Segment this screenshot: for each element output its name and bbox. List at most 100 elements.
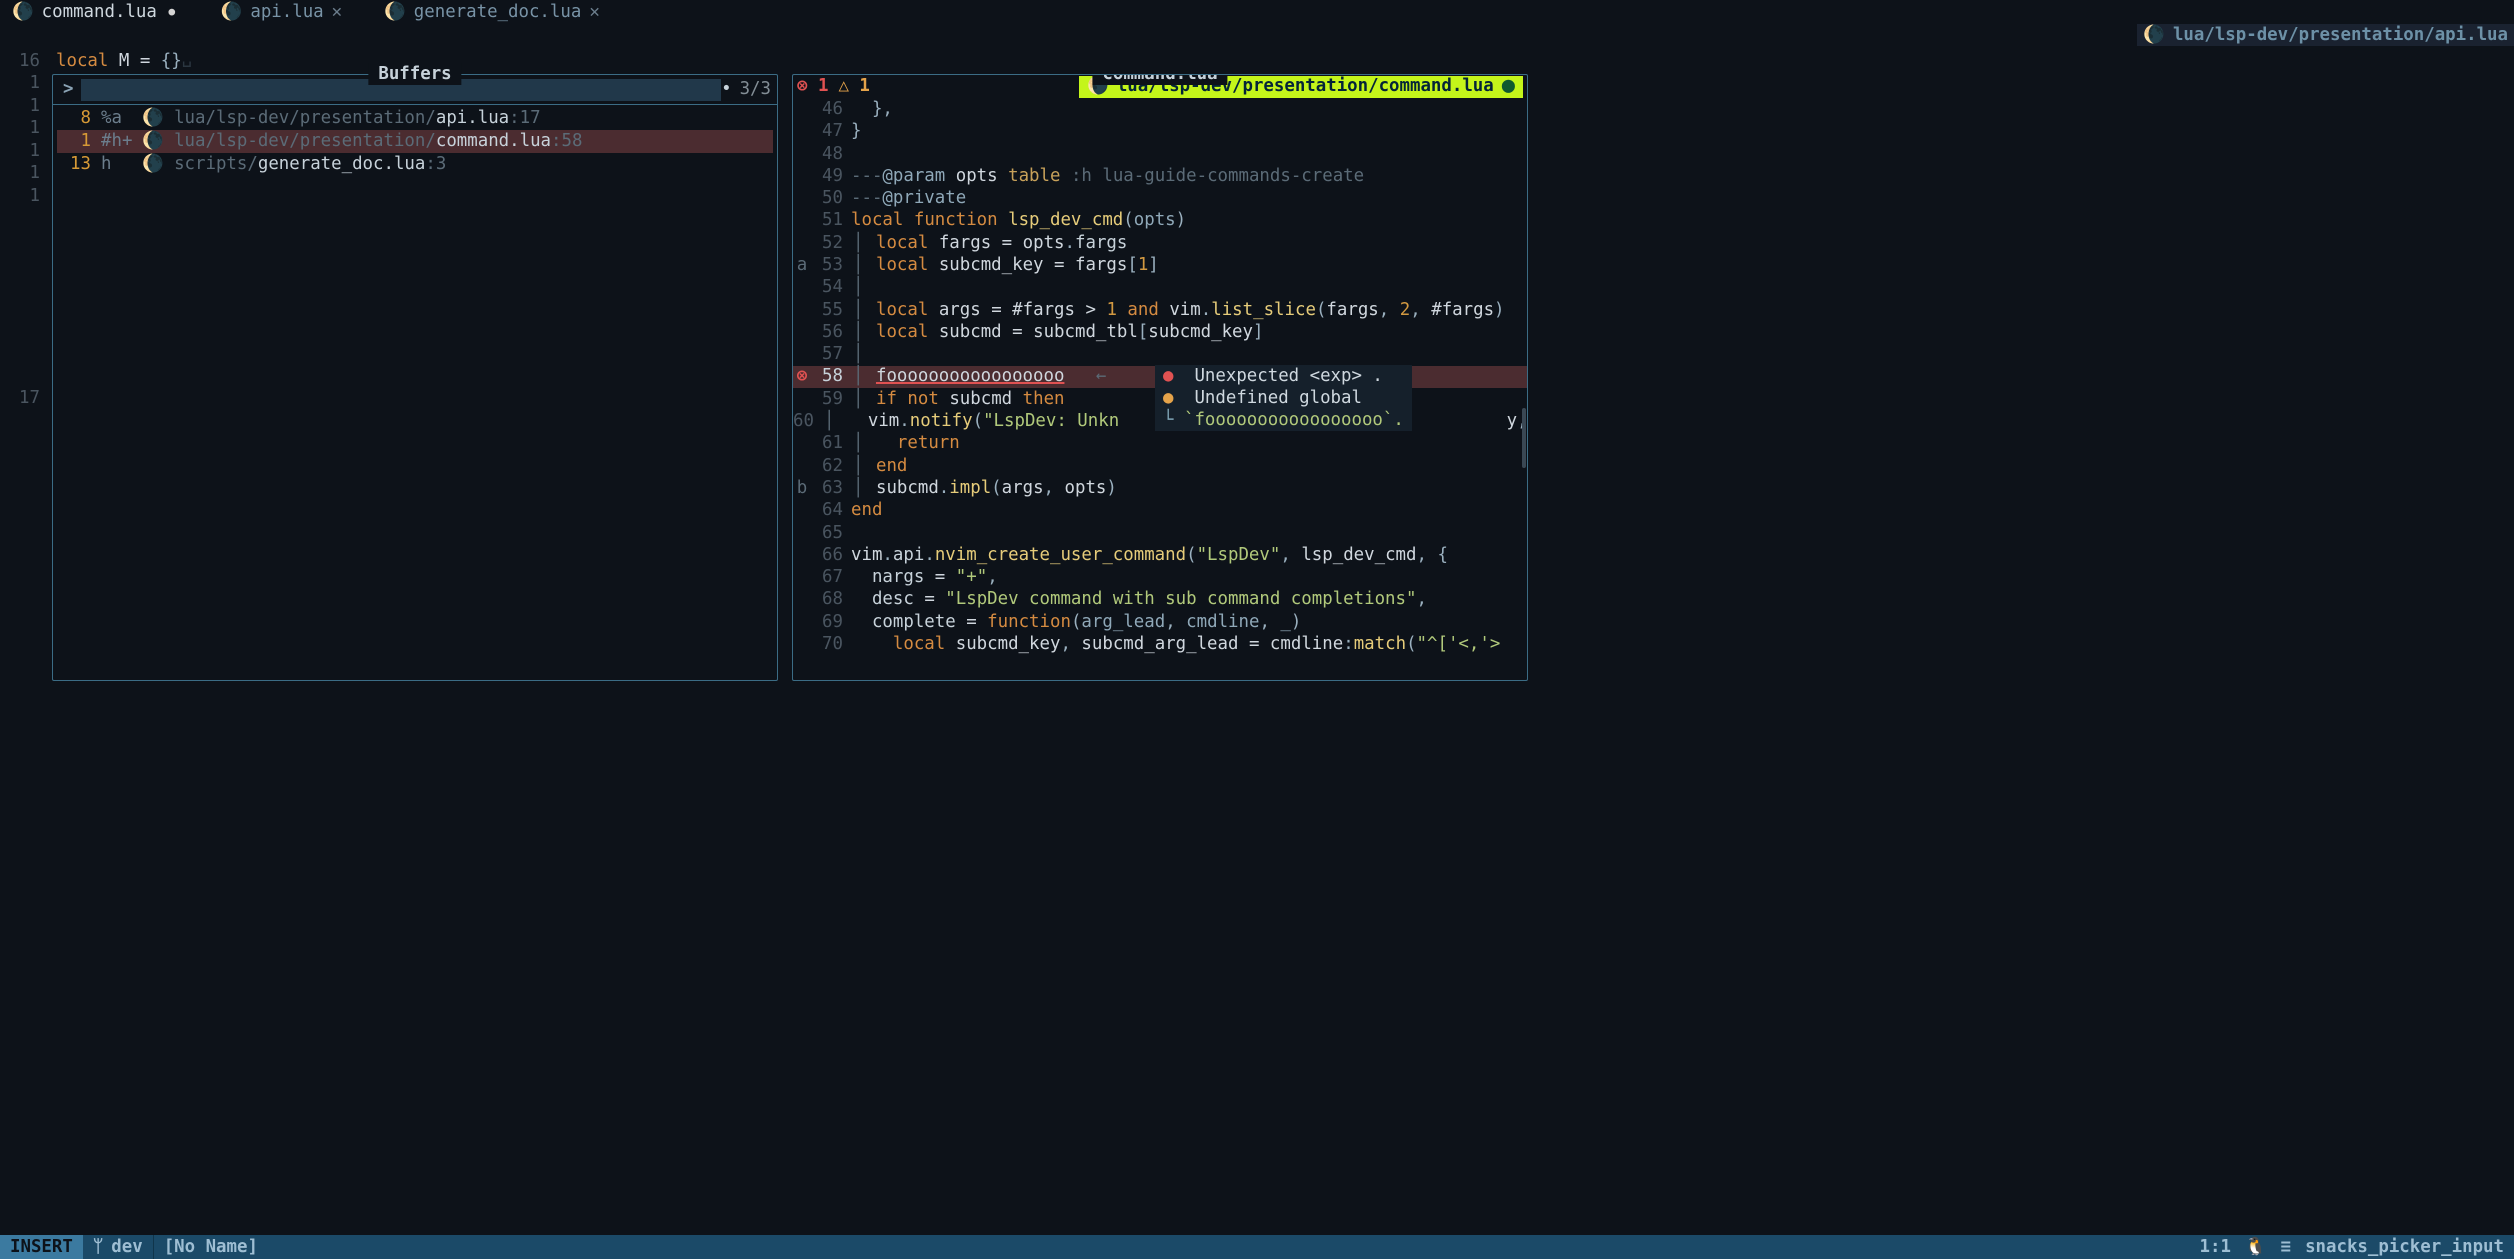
line-number: 70: [811, 633, 851, 655]
tab-command[interactable]: 🌘 command.lua •: [6, 0, 195, 24]
buffer-file-icon: 🌘: [142, 107, 164, 129]
tab-label: generate_doc.lua: [414, 1, 582, 23]
diag-error-text: Unexpected <exp> .: [1194, 366, 1382, 386]
buffer-number: 1: [63, 130, 91, 152]
code-text: ---@param opts table :h lua-guide-comman…: [851, 165, 1527, 187]
code-line: 50 ---@private: [793, 187, 1527, 209]
left-gutter: 16111111 17: [4, 50, 48, 409]
code-line: 56 │ local subcmd = subcmd_tbl[subcmd_ke…: [793, 321, 1527, 343]
code-line: 57 │: [793, 343, 1527, 365]
buffers-picker[interactable]: Buffers > • 3/3 8 %a 🌘 lua/lsp-dev/prese…: [52, 74, 778, 681]
buffers-prompt-icon: >: [63, 78, 73, 100]
diag-warn-text-2: `fooooooooooooooooo`.: [1184, 410, 1404, 430]
tab-file-icon: 🌘: [384, 1, 406, 23]
buffer-path: lua/lsp-dev/presentation/api.lua:17: [174, 107, 540, 129]
code-line: 62 │ end: [793, 455, 1527, 477]
code-line: 65: [793, 522, 1527, 544]
buffer-number: 13: [63, 153, 91, 175]
code-text: ---@private: [851, 187, 1527, 209]
diag-warn-text: Undefined global: [1194, 388, 1362, 408]
tab-close-icon[interactable]: ✕: [589, 1, 599, 23]
code-line: 70 local subcmd_key, subcmd_arg_lead = c…: [793, 633, 1527, 655]
sign-column: ⊗: [793, 365, 811, 387]
line-number: 47: [811, 120, 851, 142]
status-bar: INSERT ᛘ dev [No Name] 1:1 🐧 ≡ snacks_pi…: [0, 1235, 2514, 1259]
buffer-row[interactable]: 13 h 🌘 scripts/generate_doc.lua:3: [57, 153, 773, 176]
diag-continuation-icon: └: [1163, 410, 1173, 430]
code-text: local function lsp_dev_cmd(opts): [851, 209, 1527, 231]
diag-warning-icon: △ 1: [838, 75, 869, 97]
buffer-row[interactable]: 1 #h+ 🌘 lua/lsp-dev/presentation/command…: [57, 130, 773, 153]
line-number: 66: [811, 544, 851, 566]
line-number: 69: [811, 611, 851, 633]
line-number: 63: [811, 477, 851, 499]
code-line: 55 │ local args = #fargs > 1 and vim.lis…: [793, 299, 1527, 321]
code-text: nargs = "+",: [851, 566, 1527, 588]
line-number: 68: [811, 588, 851, 610]
tab-file-icon: 🌘: [221, 1, 243, 23]
code-text: │: [851, 276, 1527, 298]
preview-title: command.lua: [1092, 74, 1227, 85]
buffer-file-icon: 🌘: [142, 130, 164, 152]
code-line: b 63 │ subcmd.impl(args, opts): [793, 477, 1527, 499]
status-branch: ᛘ dev: [83, 1235, 154, 1259]
sign-column: a: [793, 254, 811, 276]
code-line: 46 },: [793, 98, 1527, 120]
git-branch-icon: ᛘ: [93, 1236, 103, 1258]
code-text: │ end: [851, 455, 1527, 477]
line-number: 56: [811, 321, 851, 343]
code-text: │ return: [851, 432, 1527, 454]
buffer-flags: h: [101, 153, 132, 175]
tab-label: api.lua: [250, 1, 323, 23]
preview-file-modified-icon: ●: [1502, 83, 1515, 90]
code-line: 66 vim.api.nvim_create_user_command("Lsp…: [793, 544, 1527, 566]
menu-icon: ≡: [2281, 1236, 2291, 1258]
code-text: end: [851, 499, 1527, 521]
code-text: │: [851, 343, 1527, 365]
os-icon: 🐧: [2245, 1236, 2267, 1258]
line-number: 46: [811, 98, 851, 120]
preview-scrollbar-thumb[interactable]: [1522, 408, 1526, 468]
line-number: 59: [811, 388, 851, 410]
code-line: 52 │ local fargs = opts.fargs: [793, 232, 1527, 254]
line-number: 50: [811, 187, 851, 209]
buffer-row[interactable]: 8 %a 🌘 lua/lsp-dev/presentation/api.lua:…: [57, 107, 773, 130]
preview-code[interactable]: 46 }, 47 } 48 49 ---@param opts table :h…: [793, 98, 1527, 680]
line-number: 52: [811, 232, 851, 254]
line-number: 58: [811, 365, 851, 387]
line-number: 49: [811, 165, 851, 187]
code-text: vim.api.nvim_create_user_command("LspDev…: [851, 544, 1527, 566]
sign-column: b: [793, 477, 811, 499]
tab-api[interactable]: 🌘 api.lua ✕: [215, 0, 358, 24]
code-text: │ local args = #fargs > 1 and vim.list_s…: [851, 299, 1527, 321]
tab-label: command.lua: [42, 1, 157, 23]
tab-generate-doc[interactable]: 🌘 generate_doc.lua ✕: [378, 0, 616, 24]
code-text: │ local subcmd = subcmd_tbl[subcmd_key]: [851, 321, 1527, 343]
line-number: 60: [793, 410, 822, 432]
buffer-path: scripts/generate_doc.lua:3: [174, 153, 446, 175]
diag-dot-error-icon: ●: [1163, 366, 1173, 386]
code-line: 69 complete = function(arg_lead, cmdline…: [793, 611, 1527, 633]
buffers-list: 8 %a 🌘 lua/lsp-dev/presentation/api.lua:…: [53, 105, 777, 178]
line-number: 55: [811, 299, 851, 321]
line-number: 48: [811, 143, 851, 165]
code-line: 67 nargs = "+",: [793, 566, 1527, 588]
line-number: 57: [811, 343, 851, 365]
code-text: local subcmd_key, subcmd_arg_lead = cmdl…: [851, 633, 1527, 655]
code-text: desc = "LspDev command with sub command …: [851, 588, 1527, 610]
code-line: 61 │ return: [793, 432, 1527, 454]
status-mode: INSERT: [0, 1235, 83, 1259]
code-line: 47 }: [793, 120, 1527, 142]
code-text: },: [851, 98, 1527, 120]
tab-close-icon[interactable]: ✕: [332, 1, 342, 23]
buffer-number: 8: [63, 107, 91, 129]
buffer-path: lua/lsp-dev/presentation/command.lua:58: [174, 130, 582, 152]
status-branch-name: dev: [111, 1236, 142, 1258]
buffers-count: 3/3: [740, 78, 771, 100]
line-number: 54: [811, 276, 851, 298]
line-number: 51: [811, 209, 851, 231]
code-line: 64 end: [793, 499, 1527, 521]
code-line: 68 desc = "LspDev command with sub comma…: [793, 589, 1527, 611]
buffer-flags: #h+: [101, 130, 132, 152]
code-text: │ local subcmd_key = fargs[1]: [851, 254, 1527, 276]
